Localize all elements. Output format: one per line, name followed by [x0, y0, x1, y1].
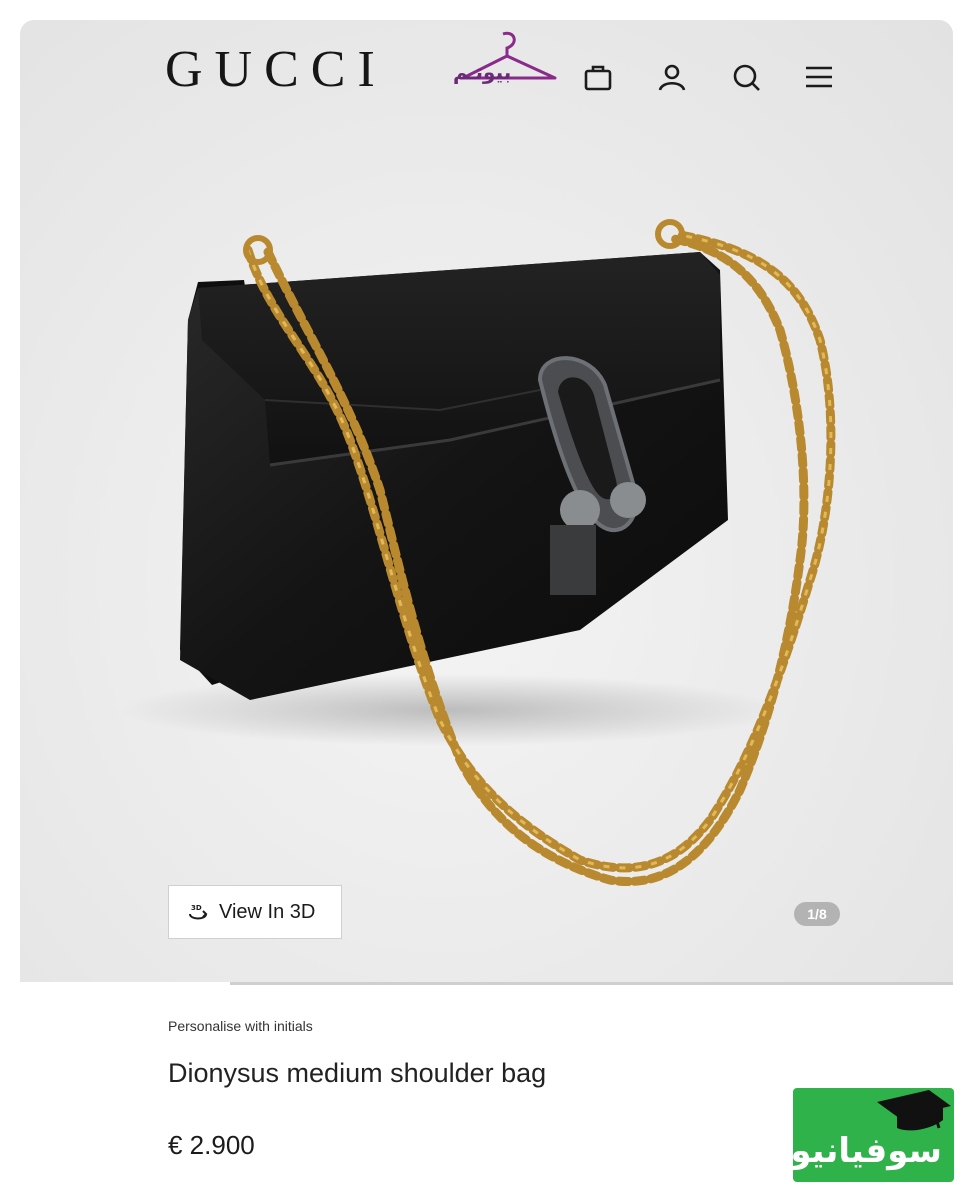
- view-in-3d-label: View In 3D: [219, 900, 316, 923]
- gallery-progress-bar: [230, 982, 953, 985]
- corner-watermark-text: سوفیانیوز: [793, 1131, 942, 1171]
- personalise-link[interactable]: Personalise with initials: [168, 1018, 313, 1034]
- image-pager: 1/8: [794, 902, 840, 926]
- account-icon[interactable]: [655, 60, 689, 94]
- brand-logo[interactable]: GUCCI: [165, 44, 387, 96]
- watermark-text: بیوتـم: [453, 60, 512, 84]
- search-icon[interactable]: [729, 60, 763, 94]
- 3d-rotate-icon: 3D: [189, 904, 208, 920]
- menu-icon[interactable]: [802, 60, 836, 94]
- watermark-logo: بیوتـم: [445, 26, 565, 100]
- product-price: € 2.900: [168, 1130, 255, 1160]
- view-in-3d-button[interactable]: 3D View In 3D: [168, 885, 342, 939]
- corner-watermark-badge: سوفیانیوز: [793, 1088, 954, 1182]
- product-gallery[interactable]: GUCCI بیوتـم 3D View In 3D 1/8: [20, 20, 953, 982]
- svg-text:3D: 3D: [191, 904, 202, 912]
- shopping-bag-icon[interactable]: [581, 60, 615, 94]
- product-title: Dionysus medium shoulder bag: [168, 1058, 547, 1088]
- product-image: [120, 219, 836, 886]
- screen: GUCCI بیوتـم 3D View In 3D 1/8 Personali…: [0, 0, 975, 1200]
- top-navigation: GUCCI بیوتـم: [20, 20, 953, 135]
